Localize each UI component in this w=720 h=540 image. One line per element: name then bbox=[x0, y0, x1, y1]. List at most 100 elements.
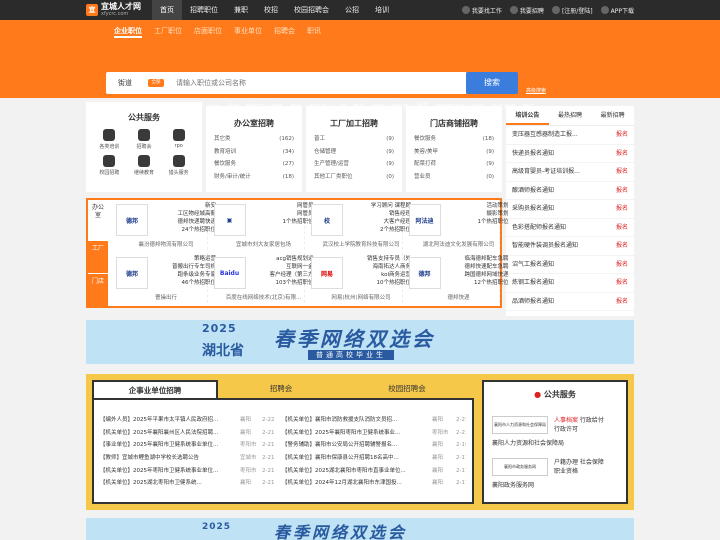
notice-row[interactable]: 炼钢工报名通知 报名 bbox=[506, 274, 634, 293]
category-row[interactable]: 配菜打荷 (9) bbox=[414, 158, 494, 171]
category-title[interactable]: 办公室招聘 bbox=[214, 118, 294, 129]
company-side-tab[interactable]: 办公室 bbox=[88, 200, 108, 240]
company-card[interactable]: 德邦 策略运营 普搬出行专车司机 跑条级业务专家 46个热招职位 曹操出行 bbox=[110, 253, 216, 303]
recruit-title[interactable]: 【机关单位】襄阳市消防救援支队消防文员招... bbox=[282, 414, 432, 427]
notice-row[interactable]: 智能硬件装调员报名通知 报名 bbox=[506, 237, 634, 256]
notice-tab[interactable]: 最新招聘 bbox=[591, 106, 634, 125]
notice-apply-link[interactable]: 报名 bbox=[616, 293, 628, 311]
nav-parttime[interactable]: 兼职 bbox=[226, 0, 256, 20]
recruit-title[interactable]: 【事业单位】2025年襄阳市卫健系统事业单位... bbox=[100, 439, 240, 452]
notice-row[interactable]: 色彩搭配师报名通知 报名 bbox=[506, 219, 634, 237]
recruit-row[interactable]: 【机关单位】2025年襄阳襄州区人民法院招聘... 襄阳 2-21 【机关单位】202… bbox=[100, 427, 466, 440]
category-title[interactable]: 工厂加工招聘 bbox=[314, 118, 394, 129]
notice-row[interactable]: 采购员报名通知 报名 bbox=[506, 200, 634, 219]
recruit-link[interactable]: 我要招聘 bbox=[509, 6, 544, 15]
recruit-title[interactable]: 【机关单位】2025年襄阳枣阳市卫健系统事业... bbox=[282, 427, 432, 440]
promo-banner-2[interactable]: 2025 春季网络双选会 bbox=[86, 518, 634, 540]
nav-campus[interactable]: 校招 bbox=[256, 0, 286, 20]
public-service-name[interactable]: 襄阳人力资源和社会保障局 bbox=[492, 438, 564, 447]
service-item[interactable]: 猎头服务 bbox=[161, 155, 196, 176]
nav-jobs[interactable]: 招聘职位 bbox=[182, 0, 226, 20]
tab-jobfair[interactable]: 招聘会 bbox=[274, 24, 295, 38]
city-select[interactable]: 街道 bbox=[106, 78, 148, 88]
recruit-title[interactable]: 【机关单位】2025湖北枣阳市卫健系统... bbox=[100, 477, 240, 490]
category-row[interactable]: 仓储管理 (9) bbox=[314, 146, 394, 159]
notice-tab[interactable]: 最热招聘 bbox=[549, 106, 592, 125]
public-service-item[interactable]: 襄阳市人力资源和社会保障局 人事档案 行政给付 行政许可 襄阳人力资源和社会保障局 bbox=[492, 416, 622, 456]
category-title[interactable]: 门店商铺招聘 bbox=[414, 118, 494, 129]
category-row[interactable]: 营业员 (0) bbox=[414, 171, 494, 184]
site-logo[interactable]: 宜 宜城人才网 xfycrc.com bbox=[86, 2, 141, 17]
recruit-title[interactable]: 【机关单位】襄阳市保康县公开招聘18名高中... bbox=[282, 452, 432, 465]
notice-apply-link[interactable]: 报名 bbox=[616, 182, 628, 200]
notice-apply-link[interactable]: 报名 bbox=[616, 200, 628, 218]
notice-row[interactable]: 酿酒师报名通知 报名 bbox=[506, 182, 634, 200]
search-input[interactable] bbox=[176, 79, 467, 87]
login-link[interactable]: [注册/登陆] bbox=[551, 6, 593, 15]
service-item[interactable]: 各类培训 bbox=[92, 129, 127, 150]
category-row[interactable]: 其他工厂类职位 (0) bbox=[314, 171, 394, 184]
tab-enterprise[interactable]: 企业职位 bbox=[114, 24, 142, 38]
find-job-link[interactable]: 我要找工作 bbox=[461, 6, 502, 15]
category-row[interactable]: 财务/审计/统计 (18) bbox=[214, 171, 294, 184]
recruit-row[interactable]: 【机关单位】2025湖北枣阳市卫健系统... 襄阳 2-21 【机关单位】2024年1… bbox=[100, 477, 466, 490]
company-card[interactable]: Baidu acg销售规划运 互联网一金 客户经理（第三方 103个热招职位 百度在… bbox=[208, 253, 314, 303]
category-row[interactable]: 餐饮服务 (18) bbox=[414, 133, 494, 146]
recruit-title[interactable]: 【教师】宜城市鲤鱼湖中学校长选聘公告 bbox=[100, 452, 240, 465]
tab-institution[interactable]: 事业单位 bbox=[234, 24, 262, 38]
nav-public[interactable]: 公招 bbox=[337, 0, 367, 20]
category-row[interactable]: 生产管理/运营 (9) bbox=[314, 158, 394, 171]
recruit-title[interactable]: 【机关单位】2025湖北襄阳市枣阳市直事业单位... bbox=[282, 465, 432, 478]
notice-apply-link[interactable]: 报名 bbox=[616, 145, 628, 163]
app-download-link[interactable]: APP下载 bbox=[600, 6, 634, 15]
company-card[interactable]: 阿法迪 活动策划 摄影策划 1个热招职位 湖北阿法迪文化发展有限公司 bbox=[403, 200, 509, 250]
company-card[interactable]: 网易 销售支持专员（外 海南拓达人商务 kol商务运营 10个热招职位 网易(杭州)… bbox=[305, 253, 411, 303]
company-card[interactable]: 德邦 临海德邦配车急聘 德邦快速配车急聘 跨国德邦网域快递 12个热招职位 德邦快递 bbox=[403, 253, 509, 303]
recruit-row[interactable]: 【机关单位】2025年枣阳市卫健系统事业单位... 枣阳市 2-21 【机关单位】20… bbox=[100, 465, 466, 478]
notice-row[interactable]: 快递员报名通知 报名 bbox=[506, 145, 634, 163]
category-row[interactable]: 美容/美甲 (9) bbox=[414, 146, 494, 159]
public-service-link[interactable]: 行政许可 bbox=[554, 425, 604, 434]
tab-factory[interactable]: 工厂职位 bbox=[154, 24, 182, 38]
notice-tab[interactable]: 培训公告 bbox=[506, 106, 549, 125]
service-item[interactable]: 继续教育 bbox=[127, 155, 162, 176]
recruit-title[interactable]: 【编外人员】2025年平果市太平镇人民政府招... bbox=[100, 414, 240, 427]
notice-apply-link[interactable]: 报名 bbox=[616, 126, 628, 144]
notice-row[interactable]: 变压器互感器制造工报... 报名 bbox=[506, 126, 634, 145]
tab-store[interactable]: 店面职位 bbox=[194, 24, 222, 38]
recruit-row[interactable]: 【编外人员】2025年平果市太平镇人民政府招... 襄阳 2-22 【机关单位】襄阳市… bbox=[100, 414, 466, 427]
nav-home[interactable]: 首页 bbox=[152, 0, 182, 20]
company-card[interactable]: 德邦 新安 工区物经城高薪 德邦快递聘快递 24个热招职位 襄汾德邦物流有限公司 bbox=[110, 200, 216, 250]
service-item[interactable]: 校园招聘 bbox=[92, 155, 127, 176]
public-service-link[interactable]: 户籍办理 社会保障 bbox=[554, 458, 604, 467]
recruit-title[interactable]: 【机关单位】2025年枣阳市卫健系统事业单位... bbox=[100, 465, 240, 478]
company-side-tab[interactable]: 工厂 bbox=[88, 241, 108, 273]
public-service-link[interactable]: 职业资格 bbox=[554, 467, 604, 476]
recruit-title[interactable]: 【机关单位】2024年12月湖北襄阳市东津国投... bbox=[282, 477, 432, 490]
company-card[interactable]: ▣ 网管员 网管员 1个热招职位 宜城市刘大友家居包场 bbox=[208, 200, 314, 250]
notice-apply-link[interactable]: 报名 bbox=[616, 163, 628, 181]
notice-row[interactable]: 高级育婴员-考证培训报... 报名 bbox=[506, 163, 634, 182]
recruit-row[interactable]: 【事业单位】2025年襄阳市卫健系统事业单位... 枣阳市 2-21 【警务辅助】襄阳… bbox=[100, 439, 466, 452]
notice-row[interactable]: 品酒师报名通知 报名 bbox=[506, 293, 634, 311]
promo-banner[interactable]: 2025 湖北省 春季网络双选会 普通高校毕业生 bbox=[86, 320, 634, 364]
category-row[interactable]: 普工 (9) bbox=[314, 133, 394, 146]
company-side-tab[interactable]: 门店 bbox=[88, 274, 108, 306]
search-button[interactable]: 搜索 bbox=[466, 72, 518, 94]
public-service-link[interactable]: 人事档案 行政给付 bbox=[554, 416, 604, 425]
tab-jobfair-recruit[interactable]: 招聘会 bbox=[218, 380, 344, 398]
service-item[interactable]: 招聘会 bbox=[127, 129, 162, 150]
jobtype-select[interactable]: 全部 bbox=[148, 79, 164, 87]
nav-training[interactable]: 培训 bbox=[367, 0, 397, 20]
nav-campus-fair[interactable]: 校园招聘会 bbox=[286, 0, 337, 20]
notice-apply-link[interactable]: 报名 bbox=[616, 237, 628, 255]
advanced-search-link[interactable]: 高级搜索 bbox=[526, 87, 546, 94]
tab-news[interactable]: 职讯 bbox=[307, 24, 321, 38]
notice-apply-link[interactable]: 报名 bbox=[616, 256, 628, 274]
category-row[interactable]: 其它类 (162) bbox=[214, 133, 294, 146]
tab-campus-recruit[interactable]: 校园招聘会 bbox=[344, 380, 470, 398]
notice-apply-link[interactable]: 报名 bbox=[616, 274, 628, 292]
recruit-title[interactable]: 【机关单位】2025年襄阳襄州区人民法院招聘... bbox=[100, 427, 240, 440]
public-service-item[interactable]: 襄阳市政务服务网 户籍办理 社会保障 职业资格 襄阳政务服务网 bbox=[492, 458, 622, 498]
public-service-name[interactable]: 襄阳政务服务网 bbox=[492, 480, 534, 489]
